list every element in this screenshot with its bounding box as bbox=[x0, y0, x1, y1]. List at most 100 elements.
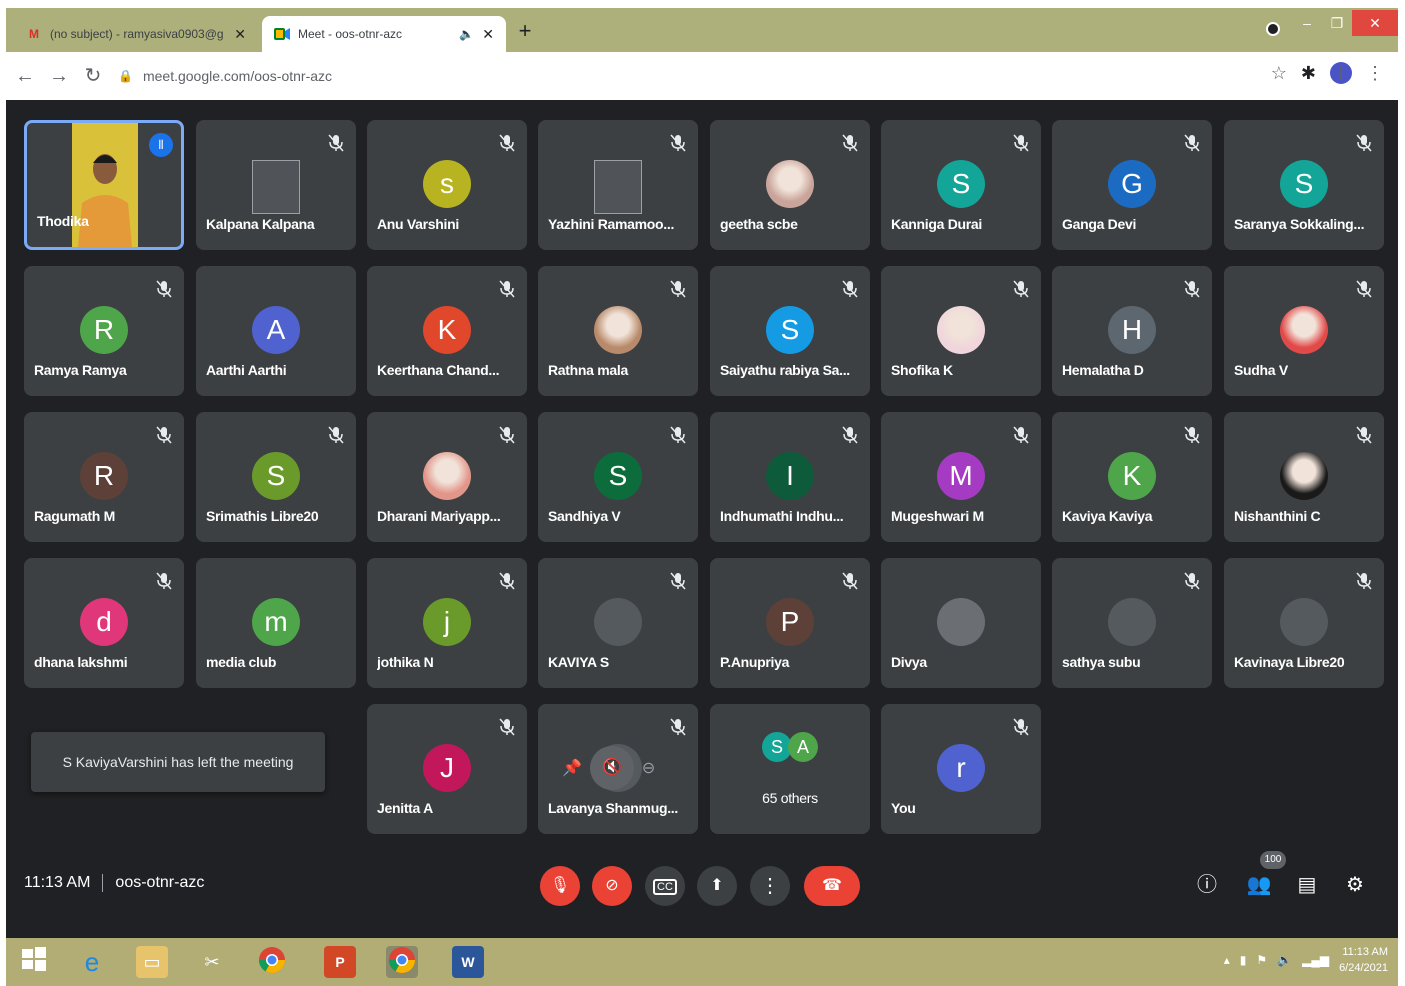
microphone-button[interactable]: 🎙 bbox=[540, 866, 580, 906]
system-clock[interactable]: 11:13 AM 6/24/2021 bbox=[1339, 944, 1388, 976]
participant-tile[interactable]: d dhana lakshmi bbox=[24, 558, 184, 688]
participant-tile[interactable]: K Keerthana Chand... bbox=[367, 266, 527, 396]
participant-tile[interactable]: H Hemalatha D bbox=[1052, 266, 1212, 396]
chrome-active-icon[interactable] bbox=[386, 946, 418, 978]
flag-icon[interactable]: ⚑ bbox=[1256, 953, 1267, 967]
participant-tile[interactable]: M Mugeshwari M bbox=[881, 412, 1041, 542]
participant-tile[interactable]: S Saranya Sokkaling... bbox=[1224, 120, 1384, 250]
activities-button[interactable]: ⚙ bbox=[1340, 870, 1370, 900]
volume-icon[interactable]: 🔈 bbox=[1277, 953, 1292, 967]
participant-tile[interactable]: I Indhumathi Indhu... bbox=[710, 412, 870, 542]
mic-off-icon bbox=[1013, 134, 1029, 152]
participant-tile[interactable]: 📌 🔇 ⊖ Lavanya Shanmug... bbox=[538, 704, 698, 834]
participant-tile[interactable]: r You bbox=[881, 704, 1041, 834]
tab-gmail[interactable]: M (no subject) - ramyasiva0903@g ✕ bbox=[14, 16, 258, 52]
avatar-initial: d bbox=[80, 598, 128, 646]
participant-name: Ramya Ramya bbox=[34, 362, 127, 378]
mute-icon[interactable]: 🔇 bbox=[589, 746, 634, 790]
url-field[interactable]: 🔒 meet.google.com/oos-otnr-azc bbox=[118, 60, 1258, 92]
participant-tile[interactable]: ⦀ Thodika bbox=[24, 120, 184, 250]
participant-name: Divya bbox=[891, 654, 927, 670]
back-icon[interactable]: ← bbox=[10, 61, 40, 91]
star-icon[interactable]: ☆ bbox=[1271, 63, 1287, 84]
mic-off-icon bbox=[1013, 718, 1029, 736]
participant-tile[interactable]: J Jenitta A bbox=[367, 704, 527, 834]
participant-tile[interactable]: Shofika K bbox=[881, 266, 1041, 396]
windows-start-icon[interactable] bbox=[18, 946, 50, 978]
word-icon[interactable]: W bbox=[452, 946, 484, 978]
file-explorer-icon[interactable]: ▭ bbox=[136, 946, 168, 978]
participant-tile[interactable]: Kavinaya Libre20 bbox=[1224, 558, 1384, 688]
participant-tile[interactable]: S Kanniga Durai bbox=[881, 120, 1041, 250]
extensions-icon[interactable]: ✱ bbox=[1301, 63, 1316, 84]
participant-tile[interactable]: R Ramya Ramya bbox=[24, 266, 184, 396]
internet-explorer-icon[interactable]: e bbox=[76, 946, 108, 978]
participant-tile[interactable]: P P.Anupriya bbox=[710, 558, 870, 688]
participant-tile[interactable]: m media club bbox=[196, 558, 356, 688]
mic-off-icon: 🎙 bbox=[549, 877, 571, 894]
speaker-icon[interactable]: 🔈 bbox=[459, 27, 474, 41]
pin-icon[interactable]: 📌 bbox=[562, 758, 582, 778]
participant-tile[interactable]: S A 65 others bbox=[710, 704, 870, 834]
mic-off-icon bbox=[1184, 134, 1200, 152]
close-tab-icon[interactable]: ✕ bbox=[482, 26, 494, 43]
avatar-initial: R bbox=[80, 306, 128, 354]
mic-off-icon bbox=[328, 426, 344, 444]
participant-tile[interactable]: Yazhini Ramamoo... bbox=[538, 120, 698, 250]
participant-tile[interactable]: Dharani Mariyapp... bbox=[367, 412, 527, 542]
meeting-details[interactable]: 11:13 AM oos-otnr-azc bbox=[24, 874, 204, 892]
avatar-initial: S bbox=[937, 160, 985, 208]
meeting-info-button[interactable]: ⓘ bbox=[1192, 870, 1222, 900]
camera-button[interactable]: ⊘ bbox=[592, 866, 632, 906]
participant-tile[interactable]: S Sandhiya V bbox=[538, 412, 698, 542]
people-button[interactable]: 👥 bbox=[1244, 870, 1274, 900]
participant-tile[interactable]: s Anu Varshini bbox=[367, 120, 527, 250]
restore-icon[interactable]: ❐ bbox=[1322, 15, 1352, 32]
more-options-button[interactable]: ⋮ bbox=[750, 866, 790, 906]
snipping-tool-icon[interactable]: ✂ bbox=[196, 946, 228, 978]
participant-name: Kaviya Kaviya bbox=[1062, 508, 1153, 524]
participant-name: Indhumathi Indhu... bbox=[720, 508, 844, 524]
forward-icon[interactable]: → bbox=[44, 61, 74, 91]
powerpoint-icon[interactable]: P bbox=[324, 946, 356, 978]
window-controls: – ❐ ✕ bbox=[1292, 8, 1398, 38]
tab-meet[interactable]: Meet - oos-otnr-azc 🔈 ✕ bbox=[262, 16, 506, 52]
participant-tile[interactable]: G Ganga Devi bbox=[1052, 120, 1212, 250]
present-button[interactable]: ⬆ bbox=[697, 866, 737, 906]
participant-tile[interactable]: S Srimathis Libre20 bbox=[196, 412, 356, 542]
participant-tile[interactable]: S Saiyathu rabiya Sa... bbox=[710, 266, 870, 396]
participant-tile[interactable]: K Kaviya Kaviya bbox=[1052, 412, 1212, 542]
participant-tile[interactable]: Divya bbox=[881, 558, 1041, 688]
participant-tile[interactable]: j jothika N bbox=[367, 558, 527, 688]
participant-tile[interactable]: Rathna mala bbox=[538, 266, 698, 396]
participant-tile[interactable]: geetha scbe bbox=[710, 120, 870, 250]
menu-icon[interactable]: ⋮ bbox=[1366, 63, 1384, 84]
participant-tile[interactable]: KAVIYA S bbox=[538, 558, 698, 688]
signal-icon[interactable]: ▂▄▆ bbox=[1302, 953, 1329, 967]
tab-title: (no subject) - ramyasiva0903@g bbox=[50, 27, 224, 41]
avatar-photo bbox=[937, 306, 985, 354]
chat-button[interactable]: ▤ bbox=[1292, 870, 1322, 900]
minimize-icon[interactable]: – bbox=[1292, 15, 1322, 31]
participant-tile[interactable]: Kalpana Kalpana bbox=[196, 120, 356, 250]
reload-icon[interactable]: ↻ bbox=[78, 61, 108, 91]
participant-tile[interactable]: A Aarthi Aarthi bbox=[196, 266, 356, 396]
show-hidden-icons[interactable]: ▴ bbox=[1224, 953, 1230, 967]
avatar-photo bbox=[423, 452, 471, 500]
participant-tile[interactable]: R Ragumath M bbox=[24, 412, 184, 542]
participant-tile[interactable]: Sudha V bbox=[1224, 266, 1384, 396]
remove-icon[interactable]: ⊖ bbox=[642, 758, 655, 778]
avatar-initial: j bbox=[423, 598, 471, 646]
chrome-icon[interactable] bbox=[256, 946, 288, 978]
participant-tile[interactable]: Nishanthini C bbox=[1224, 412, 1384, 542]
close-window-icon[interactable]: ✕ bbox=[1352, 10, 1398, 36]
captions-button[interactable]: CC bbox=[645, 866, 685, 906]
gmail-icon: M bbox=[29, 27, 39, 41]
chat-icon: ▤ bbox=[1297, 874, 1317, 896]
profile-avatar[interactable]: I bbox=[1330, 62, 1352, 84]
new-tab-button[interactable]: + bbox=[512, 18, 538, 44]
battery-icon[interactable]: ▮ bbox=[1240, 953, 1247, 967]
participant-tile[interactable]: sathya subu bbox=[1052, 558, 1212, 688]
close-tab-icon[interactable]: ✕ bbox=[234, 26, 246, 43]
leave-call-button[interactable]: ☎ bbox=[804, 866, 860, 906]
